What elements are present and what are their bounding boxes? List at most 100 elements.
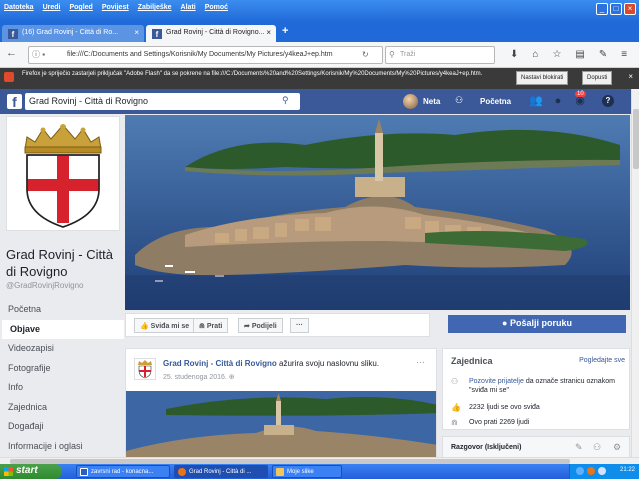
globe-icon: ⊕ [228, 374, 235, 381]
nav-item-info[interactable]: Info [0, 378, 124, 398]
user-name-link[interactable]: Neta [423, 97, 440, 106]
community-title: Zajednica [451, 356, 493, 366]
post-action-text: ažurira svoju naslovnu sliku. [276, 359, 380, 368]
nav-item-home[interactable]: Početna [0, 300, 124, 320]
taskbar-item-pictures[interactable]: Moje slike [272, 465, 342, 478]
allow-button[interactable]: Dopusti [582, 71, 613, 85]
thumbs-up-icon: 👍 [451, 403, 461, 412]
post-image[interactable] [126, 391, 436, 462]
menu-tools[interactable]: Alati [181, 4, 196, 11]
nav-item-community[interactable]: Zajednica [0, 398, 124, 418]
hamburger-menu-icon[interactable]: ≡ [621, 49, 627, 60]
continue-blocking-button[interactable]: Nastavi blokirati [516, 71, 569, 85]
nav-item-posts[interactable]: Objave [0, 319, 124, 339]
back-arrow-icon[interactable]: ← [6, 47, 17, 59]
share-button[interactable]: ➦ Podijeli [238, 318, 283, 333]
close-tab-icon[interactable]: × [134, 28, 139, 37]
post-author-link[interactable]: Grad Rovinj - Città di Rovigno [163, 359, 277, 368]
facebook-search-input[interactable]: Grad Rovinj - Città di Rovigno [25, 93, 300, 110]
nav-item-videos[interactable]: Videozapisi [0, 339, 124, 359]
avatar[interactable] [403, 94, 418, 109]
follow-button[interactable]: ⋒ Prati [193, 318, 229, 333]
menu-view[interactable]: Pogled [69, 4, 92, 11]
task-label: zavrsni rad - konacna... [91, 469, 154, 475]
search-icon: ⚲ [389, 50, 395, 59]
more-button[interactable]: ··· [290, 318, 309, 333]
post-timestamp[interactable]: 25. studenoga 2016. ⊕ [163, 373, 235, 381]
page-handle: @GradRovinjRovigno [6, 281, 84, 290]
horizontal-scrollbar[interactable] [0, 457, 639, 464]
facebook-logo-icon[interactable]: f [7, 94, 22, 110]
close-window-button[interactable]: × [624, 3, 636, 15]
task-label: Moje slike [287, 469, 314, 475]
page-title: Grad Rovinj - Città di Rovigno [6, 247, 113, 279]
menu-bar: Datoteka Uredi Pogled Povijest Zabilješk… [4, 4, 228, 11]
share-arrow-icon: ➦ [244, 323, 252, 330]
menu-bookmarks[interactable]: Zabilješke [138, 4, 172, 11]
nav-item-photos[interactable]: Fotografije [0, 359, 124, 379]
search-icon[interactable]: ⚲ [282, 95, 289, 106]
home-icon[interactable]: ⌂ [532, 49, 538, 60]
nav-item-events[interactable]: Događaji [0, 417, 124, 437]
follows-count: Ovo prati 2269 ljudi [469, 419, 530, 426]
settings-gear-icon[interactable]: ⚙ [613, 442, 621, 453]
clock: 21:22 [619, 467, 635, 473]
send-message-button[interactable]: ● Pošalji poruku [448, 315, 626, 333]
tab-label: (16) Grad Rovinj - Città di Ro... [22, 29, 119, 36]
friend-requests-icon[interactable]: 👥 [529, 94, 543, 108]
help-icon[interactable]: ? [602, 95, 614, 107]
minimize-button[interactable]: _ [596, 3, 608, 15]
menu-edit[interactable]: Uredi [43, 4, 61, 11]
like-button[interactable]: 👍 Sviđa mi se [134, 318, 196, 333]
volume-icon[interactable] [598, 467, 606, 475]
plugin-blocked-notice: Firefox je spriječio zastarjeli priključ… [0, 68, 639, 89]
reload-icon[interactable]: ↻ [362, 50, 369, 59]
notification-badge: 10 [575, 91, 586, 97]
home-link[interactable]: Početna [480, 97, 511, 106]
group-icon[interactable]: ⚇ [593, 442, 601, 453]
community-panel: Zajednica Pogledajte sve ⚇ Pozovite prij… [442, 348, 630, 430]
start-button[interactable]: start [0, 464, 62, 479]
taskbar-item-word[interactable]: zavrsni rad - konacna... [76, 465, 170, 478]
new-tab-button[interactable]: + [282, 25, 288, 37]
taskbar-item-firefox[interactable]: Grad Rovinj - Città di ... [174, 465, 268, 478]
find-friends-icon[interactable]: ⚇ [455, 95, 469, 107]
tab-facebook-2[interactable]: f Grad Rovinj - Città di Rovigno... × [146, 25, 276, 42]
cover-photo[interactable] [125, 115, 630, 310]
download-icon[interactable]: ⬇ [510, 49, 518, 60]
url-bar[interactable]: file:///C:/Documents and Settings/Korisn… [28, 46, 383, 64]
library-icon[interactable]: ▤ [575, 49, 584, 60]
network-icon[interactable] [576, 467, 584, 475]
messages-icon[interactable]: ● [551, 94, 565, 108]
window-titlebar: Datoteka Uredi Pogled Povijest Zabilješk… [0, 0, 639, 22]
timeline-post: Grad Rovinj - Città di Rovigno ažurira s… [125, 348, 437, 463]
site-info-icon[interactable]: ⓘ ▪ [32, 49, 45, 60]
tab-facebook-1[interactable]: f (16) Grad Rovinj - Città di Ro... × [2, 25, 144, 42]
windows-taskbar: start zavrsni rad - konacna... Grad Rovi… [0, 464, 639, 479]
compose-icon[interactable]: ✎ [575, 442, 583, 453]
nav-item-info-ads[interactable]: Informacije i oglasi [0, 437, 124, 457]
menu-history[interactable]: Povijest [102, 4, 129, 11]
plugin-warning-icon [4, 72, 14, 82]
antivirus-icon[interactable] [587, 467, 595, 475]
invite-friends-link[interactable]: Pozovite prijatelje [469, 378, 524, 385]
search-input[interactable]: Traži [385, 46, 495, 64]
rovinj-cover-thumbnail [126, 391, 436, 462]
bookmark-star-icon[interactable]: ☆ [552, 49, 561, 60]
pocket-icon[interactable]: ✎ [599, 49, 607, 60]
scroll-thumb[interactable] [633, 109, 639, 169]
coat-of-arms-icon [138, 360, 152, 379]
navigation-bar: ← file:///C:/Documents and Settings/Kori… [0, 42, 639, 68]
tab-label: Grad Rovinj - Città di Rovigno... [166, 29, 265, 36]
vertical-scrollbar[interactable] [631, 89, 639, 459]
menu-file[interactable]: Datoteka [4, 4, 34, 11]
see-all-link[interactable]: Pogledajte sve [579, 357, 625, 364]
close-tab-icon[interactable]: × [266, 28, 271, 37]
like-label: Sviđa mi se [150, 323, 190, 330]
maximize-button[interactable]: □ [610, 3, 622, 15]
page-profile-picture[interactable] [6, 116, 120, 231]
post-options-icon[interactable]: ··· [416, 357, 425, 367]
post-author-avatar[interactable] [134, 358, 156, 380]
menu-help[interactable]: Pomoć [205, 4, 228, 11]
close-notice-icon[interactable]: × [628, 72, 633, 81]
